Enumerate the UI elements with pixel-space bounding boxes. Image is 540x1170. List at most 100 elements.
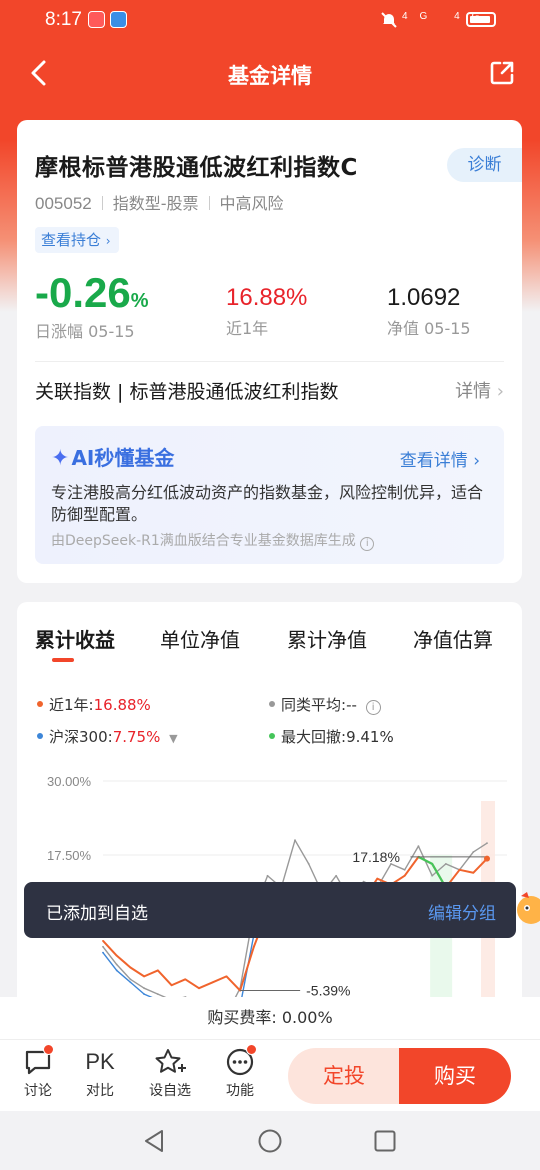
star-plus-icon [155,1049,186,1073]
hs300-series-point [143,993,146,996]
legend-fund: 近1年:16.88% [37,694,151,715]
fund-series-point [225,975,228,978]
tab-cumulative-nav[interactable]: 累计净值 [287,624,367,653]
sip-button[interactable]: 定投 [288,1048,400,1104]
buy-button[interactable]: 购买 [399,1048,511,1104]
view-holdings-button[interactable]: 查看持仓 › [35,227,119,253]
features-button[interactable]: 功能 [215,1044,265,1100]
fund-series-point [211,981,214,984]
legend-fund-value: 16.88% [93,696,151,714]
ai-title: ✦ AI秒懂基金 [51,442,174,471]
system-navigation-bar [0,1111,540,1170]
peer-average-series-point [472,851,475,853]
peer-average-series-point [486,842,488,845]
related-index-row[interactable]: 关联指数 | 标普港股通低波红利指数 详情 › [35,376,504,408]
fund-series-point [156,969,159,972]
pk-icon: PK [85,1049,115,1074]
chevron-right-icon: › [496,381,504,402]
legend-hs300-label: 沪深300: [49,728,113,746]
fund-series-point [472,871,475,874]
peer-average-series-point [266,874,269,877]
peer-average-series-point [417,845,420,848]
chart-tabs: 累计收益 单位净值 累计净值 净值估算 [35,624,522,664]
info-icon[interactable]: i [360,537,375,551]
legend-drawdown: 最大回撤:9.41% [269,726,394,747]
y-tick-label: 17.50% [47,848,92,863]
tab-nav-estimate[interactable]: 净值估算 [413,624,493,653]
purchase-fee-bar: 购买费率: 0.00% [0,997,540,1039]
diagnose-button[interactable]: 诊断 [447,148,522,182]
ai-summary-box: ✦ AI秒懂基金 查看详情 › 专注港股高分红低波动资产的指数基金，风险控制优异，… [35,426,504,564]
ai-source-text: 由DeepSeek-R1满血版结合专业基金数据库生成 [51,533,356,549]
legend-dot [269,701,275,707]
legend-drawdown-value: 9.41% [346,728,394,746]
peer-average-series-point [102,945,104,948]
fund-type: 指数型-股票 [112,194,199,213]
active-tab-indicator [52,658,74,662]
meta-divider [101,196,103,210]
nav-stat: 1.0692 净值 05-15 [387,283,471,339]
add-watchlist-button[interactable]: 设自选 [145,1046,195,1100]
fund-code: 005052 [35,194,92,213]
fund-meta: 005052 指数型-股票 中高风险 [35,190,284,214]
bottom-action-bar: 讨论 PK 对比 设自选 功能 定投 购买 [0,1039,540,1111]
peer-average-series-point [129,978,132,981]
hs300-series-point [129,981,132,984]
year-return-value: 16.88% [226,284,308,311]
battery-icon [466,12,496,27]
related-index-text: 关联指数 | 标普港股通低波红利指数 [35,381,339,403]
tab-unit-nav[interactable]: 单位净值 [160,624,240,653]
fund-series-point [102,939,104,942]
compare-label: 对比 [86,1083,114,1099]
info-icon[interactable]: i [365,700,381,715]
ai-view-details-link[interactable]: 查看详情 › [400,446,480,471]
peer-average-series-point [444,862,447,865]
caret-down-icon: ▼ [169,732,178,745]
app-notification-icon-2 [110,11,127,28]
discuss-button[interactable]: 讨论 [13,1044,63,1100]
nav-label: 净值 05-15 [387,319,471,338]
mascot-icon[interactable] [511,890,540,930]
tab-cumulative-return[interactable]: 累计收益 [35,624,115,653]
notification-dot [43,1044,54,1055]
share-icon[interactable] [488,59,516,87]
peer-average-series-point [156,993,159,996]
ai-summary-text: 专注港股高分红低波动资产的指数基金，风险控制优异，适合防御型配置。 [51,483,484,524]
index-detail-label: 详情 [455,381,492,402]
features-label: 功能 [226,1083,254,1099]
legend-hs300[interactable]: 沪深300:7.75% ▼ [37,726,178,747]
fund-series-point [376,877,379,880]
fund-series-point [252,945,255,948]
fund-series-point [115,954,118,957]
legend-drawdown-label: 最大回撤: [281,728,347,746]
nav-value: 1.0692 [387,284,461,311]
ai-source-note: 由DeepSeek-R1满血版结合专业基金数据库生成 i [51,530,375,551]
hs300-series-point [102,951,104,954]
max-annotation: 17.18% [352,849,399,865]
nav-back-icon[interactable] [143,1129,165,1153]
year-return-label: 近1年 [226,319,269,338]
daily-change-label: 日涨幅 05-15 [35,322,135,341]
legend-peer-label: 同类平均: [281,696,347,714]
peer-average-series-point [143,987,146,990]
nav-recents-icon[interactable] [374,1130,396,1152]
compare-button[interactable]: PK 对比 [75,1046,125,1100]
peer-average-series-point [403,868,406,871]
nav-home-icon[interactable] [258,1129,282,1153]
index-detail-link[interactable]: 详情 › [455,376,504,408]
daily-change-value: -0.26 [35,269,131,316]
notification-dot [246,1044,257,1055]
edit-group-link[interactable]: 编辑分组 [428,899,496,924]
hs300-series-point [115,969,118,972]
fund-series-point [184,978,187,981]
app-notification-icon [88,11,105,28]
current-point-marker [484,855,490,862]
legend-dot [37,733,43,739]
toast-text: 已添加到自选 [46,904,148,924]
performance-chart-card: 累计收益 单位净值 累计净值 净值估算 近1年:16.88% 同类平均:-- i… [17,602,522,1022]
fund-series-point [143,975,146,978]
ai-title-label: AI秒懂基金 [71,446,175,470]
y-tick-label: 30.00% [47,774,92,789]
legend-peer-value: -- [346,696,357,714]
divider [35,361,504,362]
